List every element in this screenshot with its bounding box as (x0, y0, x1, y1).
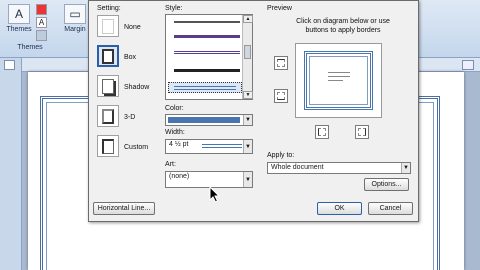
cancel-button[interactable]: Cancel (368, 202, 413, 215)
margins-icon: ▭ (64, 4, 86, 24)
vertical-ruler[interactable] (0, 58, 22, 270)
color-swatch (168, 117, 240, 123)
top-border-icon (277, 59, 285, 67)
borders-and-shading-dialog: Setting: None Box Shadow 3-D Custom Styl… (88, 0, 419, 222)
preview-text-lines (328, 72, 350, 81)
preview-title: Preview (267, 5, 292, 12)
apply-to-value: Whole document (271, 164, 324, 171)
setting-shadow[interactable] (97, 75, 119, 97)
options-button[interactable]: Options... (364, 178, 409, 191)
width-line-sample (202, 144, 242, 148)
right-border-icon (358, 128, 366, 136)
color-select[interactable]: ▼ (165, 114, 253, 126)
setting-custom-label: Custom (124, 144, 149, 151)
setting-3d-icon (97, 105, 119, 127)
art-value: (none) (169, 173, 190, 180)
style-line-1[interactable] (174, 21, 240, 23)
bottom-border-icon (277, 92, 285, 100)
preview-diagram[interactable] (295, 43, 382, 118)
setting-shadow-icon (97, 75, 119, 97)
ok-button[interactable]: OK (317, 202, 362, 215)
horizontal-line-button[interactable]: Horizontal Line... (93, 202, 155, 215)
style-line-5 (174, 86, 236, 90)
themes-group-label: Themes (17, 44, 43, 51)
setting-title: Setting: (97, 5, 121, 12)
theme-colors-icon[interactable] (36, 4, 47, 15)
width-select[interactable]: 4 ½ pt ▼ (165, 139, 253, 154)
themes-button[interactable]: A Themes (6, 4, 32, 33)
top-border-button[interactable] (274, 56, 288, 70)
scroll-up-icon[interactable]: ▲ (243, 15, 253, 23)
left-border-button[interactable] (315, 125, 329, 139)
themes-label: Themes (6, 26, 32, 33)
chevron-down-icon: ▼ (243, 115, 252, 125)
preview-hint: Click on diagram below or use buttons to… (296, 18, 390, 34)
theme-fonts-icon[interactable]: A (36, 17, 47, 28)
setting-custom-icon (97, 135, 119, 157)
bottom-border-button[interactable] (274, 89, 288, 103)
left-border-icon (318, 128, 326, 136)
setting-none-icon (97, 15, 119, 37)
mouse-cursor-icon (209, 186, 221, 203)
themes-icon: A (8, 4, 30, 24)
style-line-4[interactable] (174, 69, 240, 72)
chevron-down-icon: ▼ (401, 163, 410, 173)
scroll-down-icon[interactable]: ▼ (243, 91, 253, 99)
style-title: Style: (165, 5, 183, 12)
style-line-5-selected[interactable] (168, 82, 242, 93)
art-label: Art: (165, 161, 176, 168)
view-ruler-icon[interactable] (462, 60, 474, 70)
setting-shadow-label: Shadow (124, 84, 150, 91)
width-label: Width: (165, 129, 185, 136)
right-border-button[interactable] (355, 125, 369, 139)
setting-custom[interactable] (97, 135, 119, 157)
setting-box[interactable] (97, 45, 119, 67)
apply-to-label: Apply to: (267, 152, 295, 159)
tab-selector-icon[interactable] (4, 60, 15, 70)
style-line-2[interactable] (174, 35, 240, 38)
chevron-down-icon: ▼ (243, 172, 252, 187)
apply-to-select[interactable]: Whole document ▼ (267, 162, 411, 174)
setting-3d-label: 3-D (124, 114, 136, 121)
color-label: Color: (165, 105, 184, 112)
margins-label: Margin (64, 26, 86, 33)
setting-none-label: None (124, 24, 141, 31)
margins-button[interactable]: ▭ Margin (62, 4, 88, 33)
setting-3d[interactable] (97, 105, 119, 127)
setting-box-icon (97, 45, 119, 67)
style-list[interactable]: ▲ ▼ (165, 14, 253, 100)
setting-box-label: Box (124, 54, 137, 61)
scroll-thumb[interactable] (244, 45, 251, 59)
width-value: 4 ½ pt (169, 141, 189, 148)
theme-options: A (36, 4, 50, 41)
chevron-down-icon: ▼ (243, 140, 252, 153)
style-scrollbar[interactable]: ▲ ▼ (242, 15, 253, 99)
setting-none[interactable] (97, 15, 119, 37)
style-line-3[interactable] (174, 51, 240, 56)
theme-effects-icon[interactable] (36, 30, 47, 41)
